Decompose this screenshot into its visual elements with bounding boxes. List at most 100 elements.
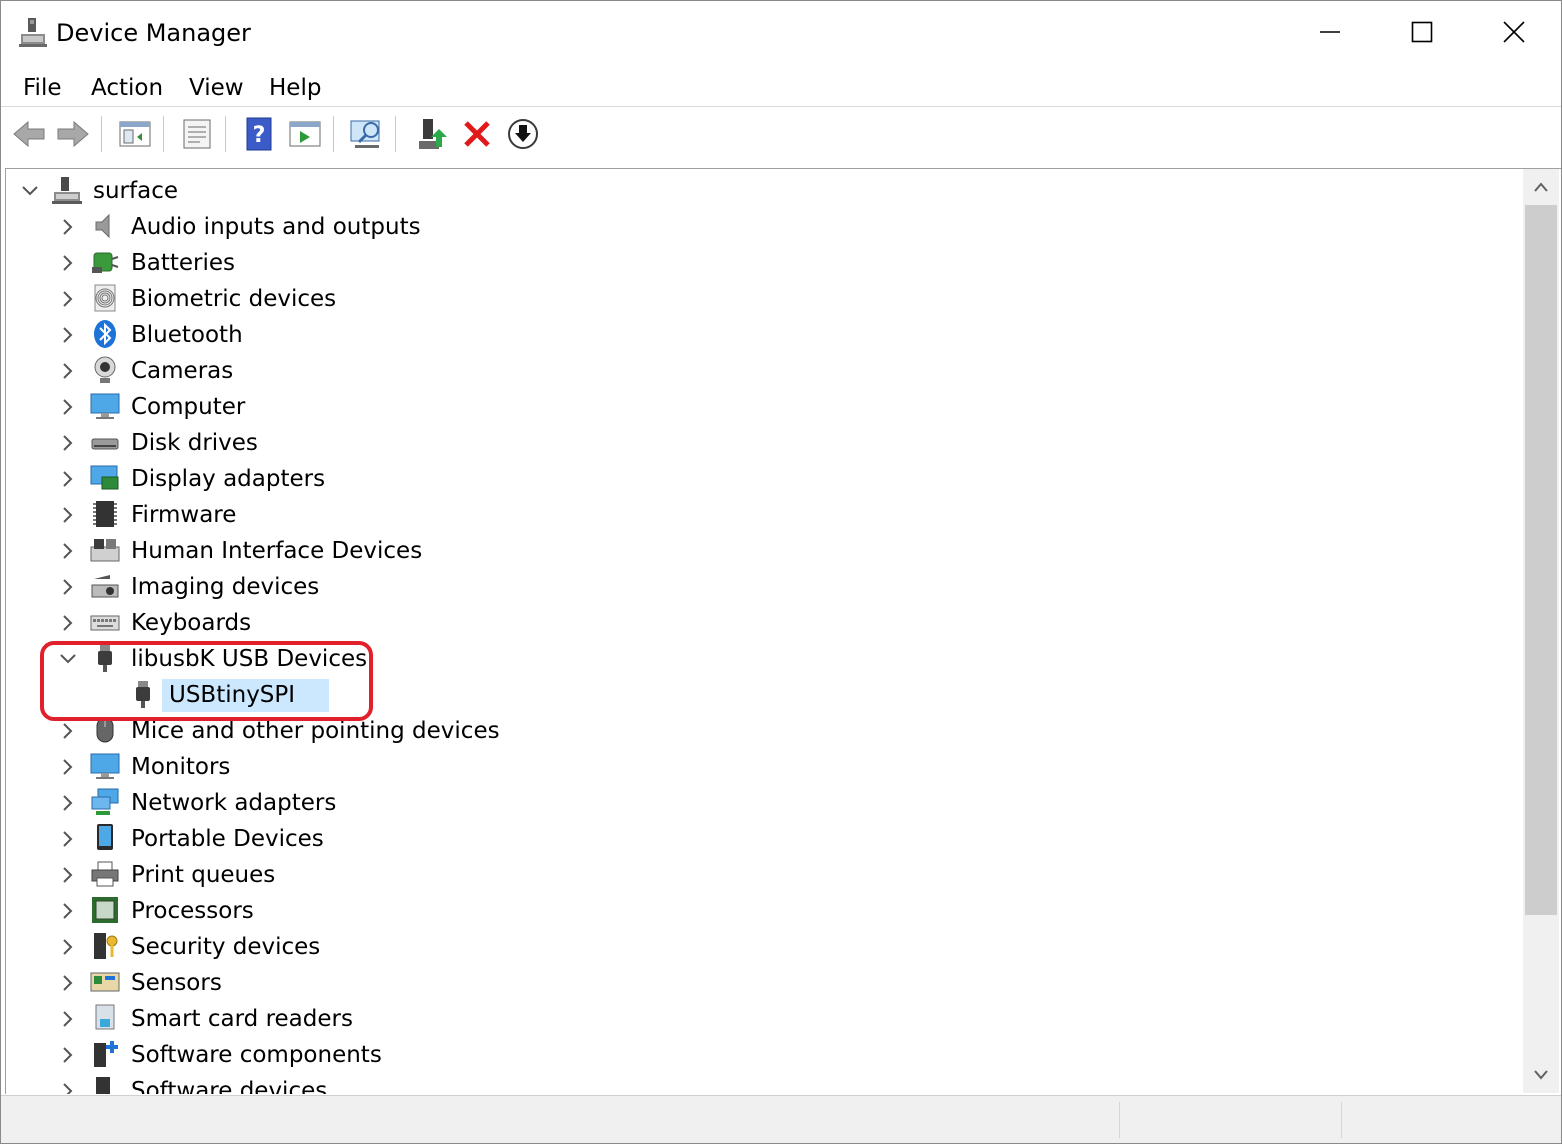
- back-button[interactable]: [11, 116, 47, 152]
- chevron-right-icon[interactable]: [58, 793, 78, 813]
- bluetooth-icon: [94, 320, 116, 348]
- scroll-up-button[interactable]: [1523, 169, 1559, 205]
- close-button[interactable]: [1468, 1, 1560, 63]
- tree-category-human-interface-devices[interactable]: Human Interface Devices: [6, 533, 1522, 569]
- title-bar[interactable]: Device Manager: [1, 1, 1561, 63]
- toolbar-separator: [395, 116, 396, 152]
- tree-item-label: Disk drives: [131, 430, 258, 456]
- tree-category-processors[interactable]: Processors: [6, 893, 1522, 929]
- tree-category-keyboards[interactable]: Keyboards: [6, 605, 1522, 641]
- chevron-right-icon[interactable]: [58, 469, 78, 489]
- menu-bar: File Action View Help: [1, 67, 1561, 107]
- tree-category-computer[interactable]: Computer: [6, 389, 1522, 425]
- chevron-right-icon[interactable]: [58, 325, 78, 345]
- tree-category-network-adapters[interactable]: Network adapters: [6, 785, 1522, 821]
- tree-category-security-devices[interactable]: Security devices: [6, 929, 1522, 965]
- back-arrow-icon: [13, 120, 45, 148]
- chevron-right-icon[interactable]: [58, 973, 78, 993]
- chevron-right-icon[interactable]: [58, 289, 78, 309]
- help-button[interactable]: ?: [241, 116, 277, 152]
- menu-action[interactable]: Action: [91, 73, 163, 103]
- tree-item-label: Cameras: [131, 358, 234, 384]
- tree-category-monitors[interactable]: Monitors: [6, 749, 1522, 785]
- show-hide-console-tree-button[interactable]: [117, 116, 153, 152]
- update-driver-button[interactable]: [415, 116, 451, 152]
- scan-hardware-icon: [350, 120, 380, 148]
- chevron-right-icon[interactable]: [58, 217, 78, 237]
- tree-category-sensors[interactable]: Sensors: [6, 965, 1522, 1001]
- tree-item-label: Monitors: [131, 754, 231, 780]
- chevron-right-icon[interactable]: [58, 901, 78, 921]
- tree-category-firmware[interactable]: Firmware: [6, 497, 1522, 533]
- menu-help[interactable]: Help: [269, 73, 321, 103]
- minimize-icon: [1320, 31, 1340, 33]
- chevron-right-icon[interactable]: [58, 433, 78, 453]
- menu-file[interactable]: File: [23, 73, 62, 103]
- toolbar-separator: [101, 116, 102, 152]
- tree-category-cameras[interactable]: Cameras: [6, 353, 1522, 389]
- device-manager-window: Device Manager File Action View Help ? s…: [0, 0, 1562, 1144]
- minimize-button[interactable]: [1284, 1, 1376, 63]
- chevron-right-icon[interactable]: [58, 577, 78, 597]
- run-button[interactable]: [287, 116, 323, 152]
- chevron-right-icon[interactable]: [58, 541, 78, 561]
- scan-hardware-button[interactable]: [349, 116, 385, 152]
- chip-icon: [93, 501, 117, 527]
- tree-item-label: surface: [93, 178, 179, 204]
- menu-view[interactable]: View: [189, 73, 244, 103]
- chevron-right-icon[interactable]: [58, 757, 78, 777]
- annotation-highlight-box: [40, 641, 373, 721]
- download-circle-icon: [508, 119, 538, 149]
- chevron-right-icon[interactable]: [58, 505, 78, 525]
- tree-item-label: Network adapters: [131, 790, 337, 816]
- chevron-right-icon[interactable]: [58, 1045, 78, 1065]
- tree-category-bluetooth[interactable]: Bluetooth: [6, 317, 1522, 353]
- tree-category-software-components[interactable]: Software components: [6, 1037, 1522, 1073]
- install-driver-button[interactable]: [505, 116, 541, 152]
- chevron-right-icon[interactable]: [58, 721, 78, 741]
- tree-category-audio-inputs-and-outputs[interactable]: Audio inputs and outputs: [6, 209, 1522, 245]
- tree-category-imaging-devices[interactable]: Imaging devices: [6, 569, 1522, 605]
- chevron-right-icon[interactable]: [58, 397, 78, 417]
- tree-category-print-queues[interactable]: Print queues: [6, 857, 1522, 893]
- printer-icon: [91, 861, 119, 887]
- scroll-thumb[interactable]: [1525, 205, 1557, 915]
- tree-item-label: Biometric devices: [131, 286, 337, 312]
- vertical-scrollbar[interactable]: [1523, 169, 1559, 1093]
- chevron-right-icon[interactable]: [58, 865, 78, 885]
- tree-item-label: Bluetooth: [131, 322, 243, 348]
- forward-button[interactable]: [55, 116, 91, 152]
- tree-item-label: Portable Devices: [131, 826, 324, 852]
- tree-category-batteries[interactable]: Batteries: [6, 245, 1522, 281]
- tree-category-biometric-devices[interactable]: Biometric devices: [6, 281, 1522, 317]
- smart-card-icon: [95, 1004, 115, 1030]
- properties-button[interactable]: [179, 116, 215, 152]
- tree-item-label: Audio inputs and outputs: [131, 214, 421, 240]
- chevron-right-icon[interactable]: [58, 1081, 78, 1094]
- tree-item-label: Human Interface Devices: [131, 538, 423, 564]
- chevron-right-icon[interactable]: [58, 253, 78, 273]
- status-segment: [1119, 1102, 1120, 1138]
- chevron-right-icon[interactable]: [58, 937, 78, 957]
- tree-category-software-devices[interactable]: Software devices: [6, 1073, 1522, 1094]
- tree-item-label: Print queues: [131, 862, 276, 888]
- tree-category-portable-devices[interactable]: Portable Devices: [6, 821, 1522, 857]
- maximize-button[interactable]: [1376, 1, 1468, 63]
- uninstall-device-button[interactable]: [459, 116, 495, 152]
- tree-item-label: Sensors: [131, 970, 222, 996]
- chevron-right-icon[interactable]: [58, 1009, 78, 1029]
- tree-category-disk-drives[interactable]: Disk drives: [6, 425, 1522, 461]
- tree-category-display-adapters[interactable]: Display adapters: [6, 461, 1522, 497]
- help-icon: ?: [246, 117, 272, 151]
- scroll-down-button[interactable]: [1523, 1057, 1559, 1093]
- device-tree[interactable]: surface Audio inputs and outputs Batteries…: [5, 168, 1561, 1094]
- chevron-right-icon[interactable]: [58, 361, 78, 381]
- chevron-down-icon[interactable]: [20, 181, 40, 201]
- tree-root-surface[interactable]: surface: [6, 173, 1522, 209]
- tree-item-label: Software devices: [131, 1078, 328, 1094]
- tree-category-smart-card-readers[interactable]: Smart card readers: [6, 1001, 1522, 1037]
- chevron-right-icon[interactable]: [58, 829, 78, 849]
- chevron-right-icon[interactable]: [58, 613, 78, 633]
- tree-item-label: Keyboards: [131, 610, 252, 636]
- processor-icon: [92, 897, 118, 923]
